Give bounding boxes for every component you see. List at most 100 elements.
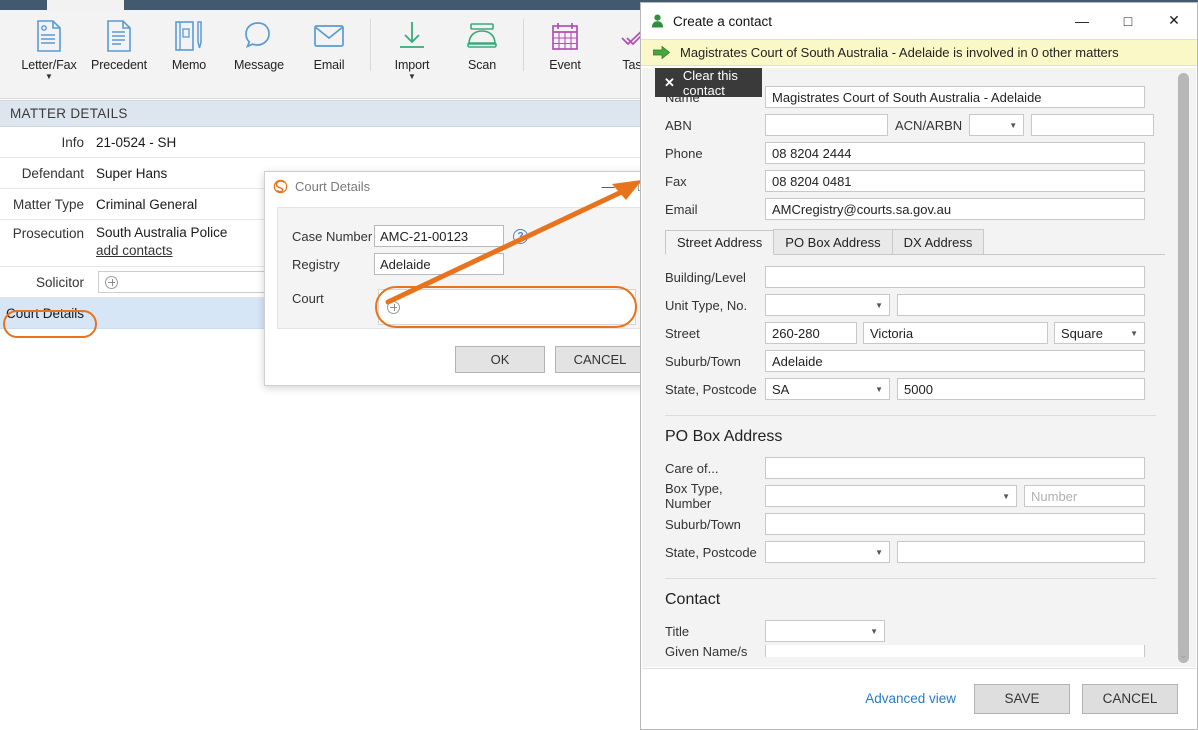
postcode-input[interactable]: 5000 [897, 378, 1145, 400]
scrollbar-thumb[interactable] [1178, 73, 1189, 663]
abn-input[interactable] [765, 114, 888, 136]
unit-type-select[interactable]: ▼ [765, 294, 890, 316]
state-postcode-row: State, Postcode SA ▼ 5000 [655, 375, 1166, 403]
court-picker-field[interactable] [378, 289, 636, 325]
save-button[interactable]: SAVE [974, 683, 1070, 714]
po-state-postcode-row: State, Postcode ▼ [655, 538, 1166, 566]
tab-strip-segment-left[interactable] [0, 0, 47, 10]
ribbon-button-event[interactable]: Event [530, 11, 600, 72]
building-level-row: Building/Level [655, 263, 1166, 291]
state-select[interactable]: SA ▼ [765, 378, 890, 400]
ribbon-separator [370, 19, 371, 71]
street-number-input[interactable]: 260-280 [765, 322, 857, 344]
street-type-select[interactable]: Square ▼ [1054, 322, 1145, 344]
fax-input[interactable]: 08 8204 0481 [765, 170, 1145, 192]
ribbon-button-import[interactable]: Import ▼ [377, 11, 447, 81]
court-minimize-button[interactable]: — [591, 172, 625, 200]
ribbon-button-letter-fax[interactable]: Letter/Fax ▼ [14, 11, 84, 81]
precedent-icon [104, 17, 134, 55]
ribbon-button-label: Scan [467, 58, 497, 72]
add-contacts-link[interactable]: add contacts [96, 243, 227, 258]
cancel-button[interactable]: CANCEL [1082, 683, 1178, 714]
street-name-input[interactable]: Victoria [863, 322, 1048, 344]
ribbon-button-memo[interactable]: Memo [154, 11, 224, 72]
court-court-label: Court [292, 290, 324, 306]
tab-po-box-address[interactable]: PO Box Address [773, 229, 893, 254]
chevron-down-icon: ▼ [1009, 120, 1018, 130]
tab-street-address[interactable]: Street Address [665, 230, 775, 255]
event-icon [550, 17, 580, 55]
po-suburb-label: Suburb/Town [665, 516, 741, 532]
matter-row-prosecution-value: South Australia Police [96, 225, 228, 240]
street-row: Street 260-280 Victoria Square ▼ [655, 319, 1166, 347]
plus-circle-icon [105, 275, 118, 289]
ribbon-separator [523, 19, 524, 71]
court-registry-label: Registry [292, 256, 340, 272]
po-state-select[interactable]: ▼ [765, 541, 890, 563]
address-tabs: Street Address PO Box Address DX Address [665, 229, 1165, 255]
given-names-input[interactable] [765, 645, 1145, 657]
court-case-number-label: Case Number [292, 228, 373, 244]
matter-row-matter-type-label: Matter Type [12, 196, 84, 212]
clear-contact-tooltip[interactable]: ✕ Clear this contact [655, 68, 762, 98]
ribbon-button-email[interactable]: Email [294, 11, 364, 72]
building-level-label: Building/Level [665, 269, 746, 285]
advanced-view-link[interactable]: Advanced view [865, 691, 956, 706]
ribbon-button-message[interactable]: Message [224, 11, 294, 72]
given-names-row: Given Name/s [655, 645, 1166, 657]
building-level-input[interactable] [765, 266, 1145, 288]
po-box-type-select[interactable]: ▼ [765, 485, 1017, 507]
ribbon-button-label: Email [313, 58, 345, 72]
unit-number-input[interactable] [897, 294, 1145, 316]
po-care-of-row: Care of... [655, 454, 1166, 482]
matter-row-court-details-label: Court Details [5, 305, 84, 321]
chevron-down-icon: ▼ [875, 384, 883, 394]
contact-titlebar: Create a contact — □ ✕ [641, 3, 1197, 39]
name-input[interactable]: Magistrates Court of South Australia - A… [765, 86, 1145, 108]
chevron-down-icon: ▼ [870, 626, 878, 636]
tab-dx-address[interactable]: DX Address [891, 229, 985, 254]
scroll-down-icon[interactable]: ⌄ [1177, 650, 1190, 661]
ribbon-button-label: Import [394, 58, 430, 72]
title-select[interactable]: ▼ [765, 620, 885, 642]
help-icon[interactable]: ? [513, 228, 528, 244]
state-value: SA [772, 381, 790, 397]
court-cancel-button[interactable]: CANCEL [555, 346, 645, 373]
po-state-label: State, Postcode [665, 544, 757, 560]
court-dialog-buttons: OK CANCEL [455, 346, 645, 373]
contact-close-button[interactable]: ✕ [1151, 3, 1197, 38]
suburb-label: Suburb/Town [665, 353, 741, 369]
court-registry-input[interactable]: Adelaide [374, 253, 504, 275]
po-care-of-label: Care of... [665, 460, 719, 476]
contact-maximize-button[interactable]: □ [1105, 3, 1151, 38]
suburb-input[interactable]: Adelaide [765, 350, 1145, 372]
given-names-label: Given Name/s [665, 645, 748, 657]
po-suburb-input[interactable] [765, 513, 1145, 535]
po-care-of-input[interactable] [765, 457, 1145, 479]
email-input[interactable]: AMCregistry@courts.sa.gov.au [765, 198, 1145, 220]
matter-row-info[interactable]: Info 21-0524 - SH [0, 127, 640, 158]
court-case-number-input[interactable]: AMC-21-00123 [374, 225, 504, 247]
email-row: Email AMCregistry@courts.sa.gov.au [655, 195, 1166, 223]
contact-form-scrollbar[interactable]: ⌄ [1177, 73, 1190, 663]
acn-type-select[interactable]: ▼ [969, 114, 1025, 136]
fax-row: Fax 08 8204 0481 [655, 167, 1166, 195]
phone-input[interactable]: 08 8204 2444 [765, 142, 1145, 164]
matter-row-solicitor-label: Solicitor [35, 274, 84, 290]
po-postcode-input[interactable] [897, 541, 1145, 563]
chevron-down-icon[interactable]: ▼ [408, 72, 416, 81]
suburb-row: Suburb/Town Adelaide [655, 347, 1166, 375]
court-dialog-titlebar: Court Details — □ [265, 172, 659, 201]
court-ok-button[interactable]: OK [455, 346, 545, 373]
app-logo-icon [273, 179, 288, 194]
letter-fax-icon [34, 17, 64, 55]
matter-details-header: MATTER DETAILS [0, 100, 640, 127]
memo-icon [173, 17, 205, 55]
ribbon-button-scan[interactable]: Scan [447, 11, 517, 72]
chevron-down-icon[interactable]: ▼ [45, 72, 53, 81]
acn-input[interactable] [1031, 114, 1155, 136]
contact-minimize-button[interactable]: — [1059, 3, 1105, 38]
po-box-number-input[interactable]: Number [1024, 485, 1145, 507]
abn-row: ABN ACN/ARBN ▼ [655, 111, 1166, 139]
ribbon-button-precedent[interactable]: Precedent [84, 11, 154, 72]
